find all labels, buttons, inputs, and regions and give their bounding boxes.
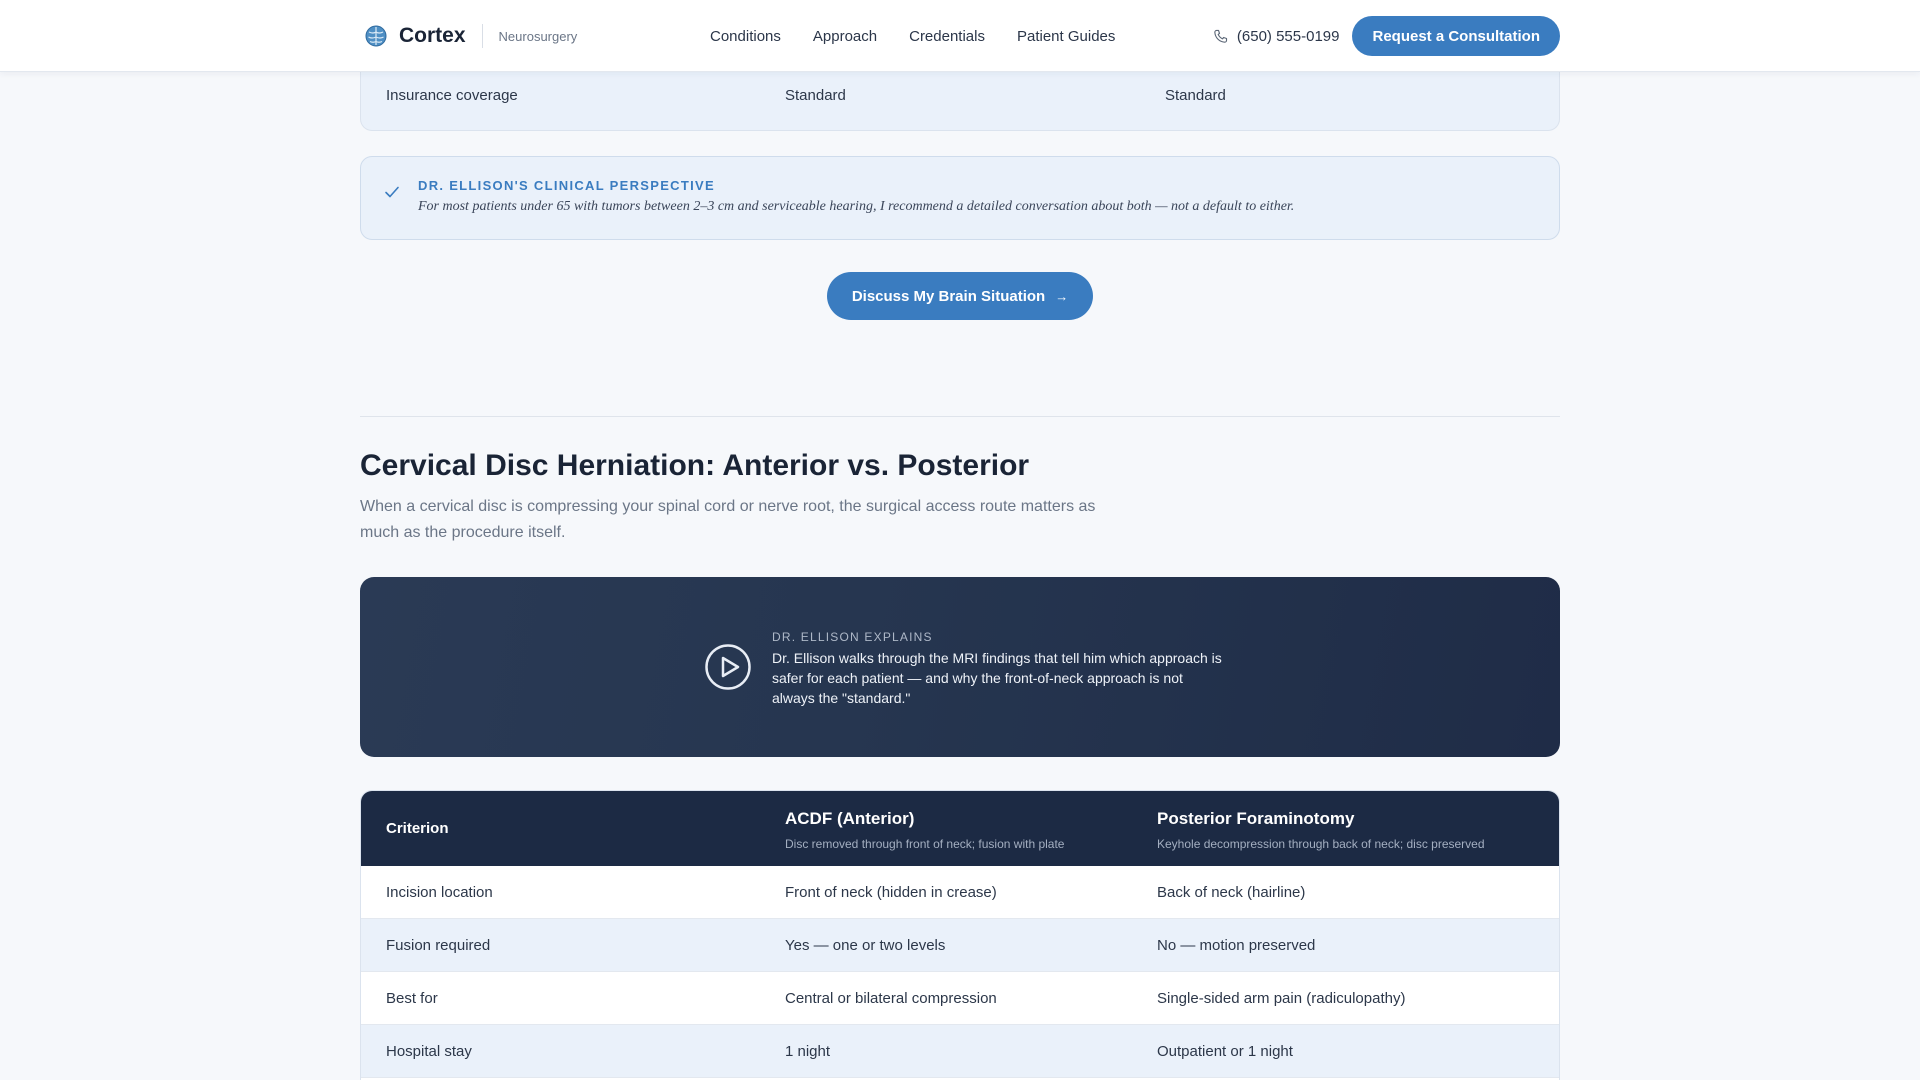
nav-link-conditions[interactable]: Conditions (710, 28, 781, 45)
nav-links: Conditions Approach Credentials Patient … (710, 0, 1147, 72)
request-consultation-button[interactable]: Request a Consultation (1352, 16, 1560, 56)
brand-divider (481, 24, 483, 48)
column-header-acdf: ACDF (Anterior) Disc removed through fro… (785, 809, 1064, 851)
column-subtitle: Disc removed through front of neck; fusi… (785, 837, 1065, 851)
column-name: ACDF (Anterior) (785, 809, 915, 828)
column-header-posterior: Posterior Foraminotomy Keyhole decompres… (1157, 809, 1485, 851)
phone-icon (1214, 29, 1227, 43)
video-description: Dr. Ellison walks through the MRI findin… (772, 650, 1222, 706)
perspective-title: DR. ELLISON'S CLINICAL PERSPECTIVE (418, 178, 715, 193)
nav-link-credentials[interactable]: Credentials (909, 28, 985, 45)
brand-subtitle: Neurosurgery (498, 28, 578, 44)
table-cell: Standard (785, 87, 846, 104)
table-cell: Central or bilateral compression (785, 990, 997, 1007)
phone-link[interactable]: (650) 555-0199 (1212, 27, 1340, 45)
column-name: Posterior Foraminotomy (1157, 809, 1355, 828)
table-cell: Back of neck (hairline) (1157, 884, 1306, 901)
table-cell: Outpatient or 1 night (1157, 1043, 1293, 1060)
table-row: Hospital stay 1 night Outpatient or 1 ni… (361, 1025, 1559, 1078)
criterion-header: Criterion (386, 820, 449, 837)
play-icon[interactable] (704, 643, 752, 691)
table-row: Best for Central or bilateral compressio… (361, 972, 1559, 1025)
phone-number: (650) 555-0199 (1236, 27, 1340, 45)
table-cell: Standard (1165, 87, 1226, 104)
section-title: Cervical Disc Herniation: Anterior vs. P… (360, 449, 1030, 482)
table-row: Insurance coverage Standard Standard (361, 73, 1559, 119)
brand[interactable]: Cortex Neurosurgery (365, 0, 577, 72)
arrow-right-icon: → (1055, 288, 1069, 304)
table-cell: Fusion required (386, 937, 491, 954)
table-cell: No — motion preserved (1157, 937, 1316, 954)
video-label: DR. ELLISON EXPLAINS (772, 630, 933, 644)
clinical-perspective-callout: DR. ELLISON'S CLINICAL PERSPECTIVE For m… (360, 156, 1560, 240)
table-header: Criterion ACDF (Anterior) Disc removed t… (361, 791, 1559, 866)
table-cell: Yes — one or two levels (785, 937, 946, 954)
column-subtitle: Keyhole decompression through back of ne… (1157, 837, 1485, 851)
discuss-situation-button[interactable]: Discuss My Brain Situation → (827, 272, 1093, 320)
table-cell: Incision location (386, 884, 493, 901)
section-divider (360, 416, 1560, 417)
table-cell: Insurance coverage (386, 87, 518, 104)
video-card[interactable]: DR. ELLISON EXPLAINS Dr. Ellison walks t… (360, 577, 1560, 757)
table-cell: Hospital stay (386, 1043, 472, 1060)
table-row: Fusion required Yes — one or two levels … (361, 919, 1559, 972)
nav-link-patient-guides[interactable]: Patient Guides (1017, 28, 1115, 45)
table-cell: 1 night (785, 1043, 831, 1060)
table-cell: Best for (386, 990, 438, 1007)
top-nav: Cortex Neurosurgery Conditions Approach … (0, 0, 1920, 72)
table-cell: Single-sided arm pain (radiculopathy) (1157, 990, 1406, 1007)
section-description: When a cervical disc is compressing your… (360, 498, 1096, 541)
brain-logo-icon (365, 25, 387, 47)
brand-name: Cortex (399, 24, 466, 47)
comparison-table: Criterion ACDF (Anterior) Disc removed t… (360, 790, 1560, 1080)
perspective-text: For most patients under 65 with tumors b… (418, 199, 1295, 214)
table-row: Incision location Front of neck (hidden … (361, 866, 1559, 919)
nav-right: (650) 555-0199 Request a Consultation (1212, 0, 1560, 72)
table-cell: Front of neck (hidden in crease) (785, 884, 997, 901)
discuss-button-label: Discuss My Brain Situation (851, 287, 1046, 305)
nav-link-approach[interactable]: Approach (813, 28, 877, 45)
check-icon (385, 186, 399, 198)
